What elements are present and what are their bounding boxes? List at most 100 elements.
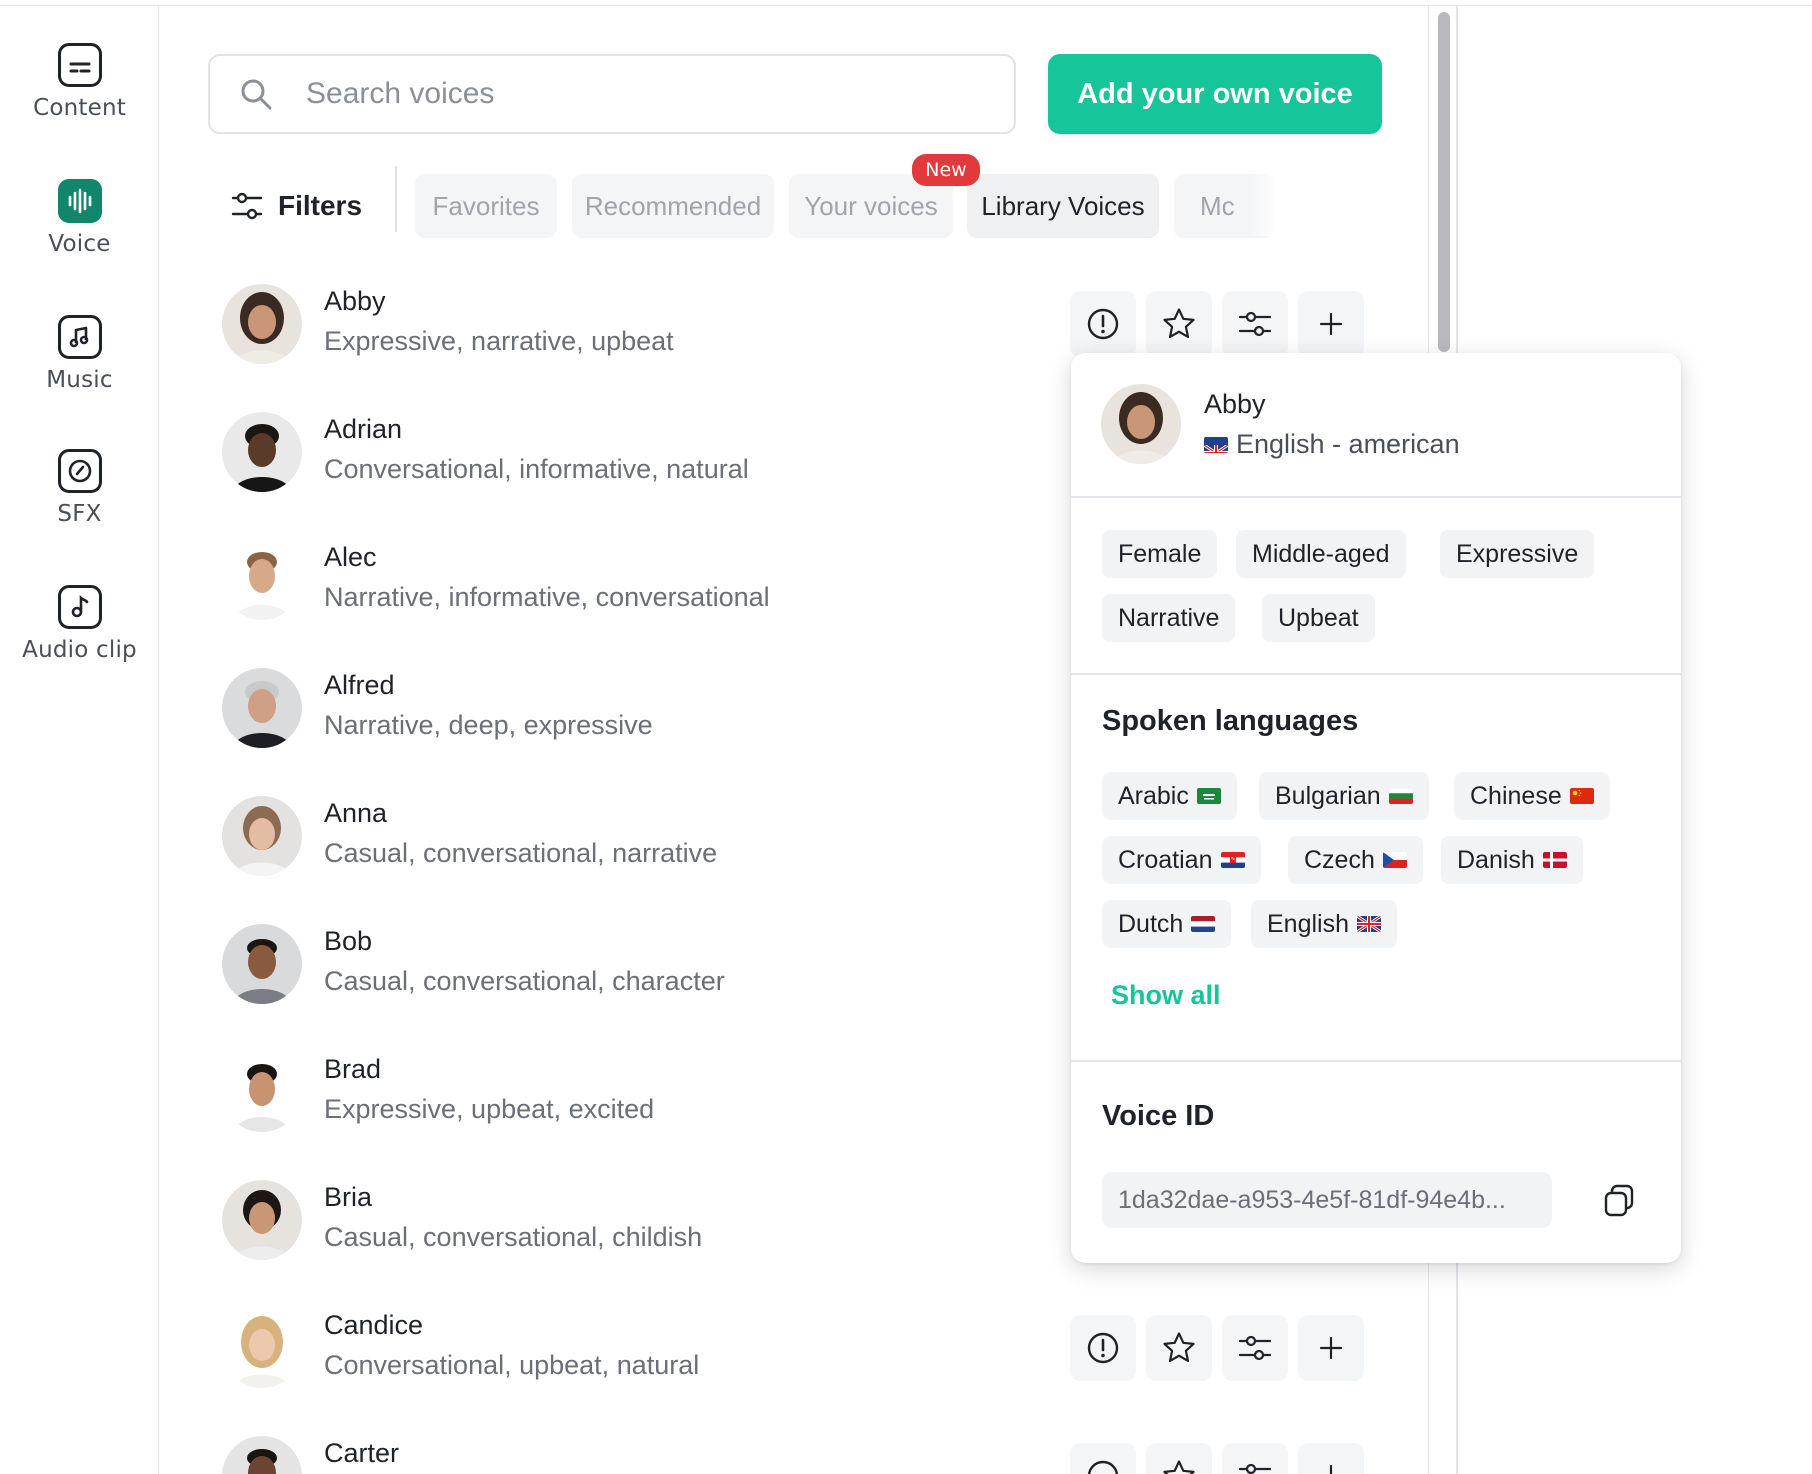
voice-name: Bob [324,926,373,956]
dutch-flag-icon [1191,916,1216,932]
tag-chip: Female [1102,530,1218,578]
tab-favorites[interactable]: Favorites [415,174,557,238]
sidebar-item-label: Content [33,95,126,121]
voice-actions-carter [1070,1443,1364,1474]
settings-button[interactable] [1222,1315,1288,1381]
language-chip-chinese: Chinese [1454,772,1610,820]
tag-chip: Narrative [1102,594,1236,642]
avatar [222,668,302,748]
content-icon [57,43,102,87]
voice-actions-candice [1070,1315,1364,1381]
bulgarian-flag-icon [1388,788,1413,804]
star-icon [1163,1460,1195,1474]
language-chip-arabic: Arabic [1102,772,1237,820]
voice-name: Bria [324,1182,373,1212]
tab-recommended[interactable]: Recommended [572,174,774,238]
star-icon [1163,1332,1195,1362]
avatar [222,1052,302,1132]
copy-icon[interactable] [1598,1178,1642,1222]
chinese-flag-icon [1569,788,1594,804]
sfx-icon [57,449,102,493]
settings-button[interactable] [1222,291,1288,357]
info-icon [1087,1332,1119,1364]
voice-name: Carter [324,1438,400,1468]
sliders-icon [1238,311,1272,337]
voice-name: Abby [324,286,386,316]
sidebar-item-content[interactable]: Content [0,43,159,121]
favorite-button[interactable] [1146,1443,1212,1474]
show-all-languages-link[interactable]: Show all [1111,980,1221,1011]
scrollbar-thumb[interactable] [1438,12,1450,352]
filters-divider [395,166,397,232]
popover-voice-name: Abby [1204,389,1266,419]
voice-description: Casual, conversational, narrative [324,838,718,868]
language-label: English - american [1236,429,1460,459]
sidebar-item-label: SFX [57,501,102,527]
sliders-icon [1238,1335,1272,1361]
audio-clip-icon [57,585,102,629]
settings-button[interactable] [1222,1443,1288,1474]
tag-chip: Upbeat [1262,594,1375,642]
language-chip-label: Croatian [1118,845,1213,874]
plus-icon [1319,1336,1343,1360]
avatar [222,540,302,620]
search-box[interactable] [208,54,1016,134]
add-voice-button[interactable] [1298,291,1364,357]
voice-name: Brad [324,1054,382,1084]
sidebar-item-sfx[interactable]: SFX [0,449,159,527]
info-icon [1087,308,1119,340]
tag-chip: Middle-aged [1236,530,1406,578]
tabs-fade [1249,172,1279,236]
favorite-button[interactable] [1146,291,1212,357]
avatar [222,412,302,492]
sidebar-item-audio-clip[interactable]: Audio clip [0,585,159,663]
saudi-flag-icon [1196,788,1221,804]
avatar [222,1308,302,1388]
voice-id-field[interactable]: 1da32dae-a953-4e5f-81df-94e4b... [1102,1172,1552,1228]
voice-waveform-icon [57,179,102,223]
info-button[interactable] [1070,1315,1136,1381]
sidebar-item-voice[interactable]: Voice [0,179,159,257]
info-button[interactable] [1070,1443,1136,1474]
add-voice-button[interactable] [1298,1443,1364,1474]
language-chip-label: Dutch [1118,909,1184,938]
avatar [222,924,302,1004]
info-button[interactable] [1070,291,1136,357]
czech-flag-icon [1382,852,1407,868]
search-input[interactable] [306,70,996,118]
filters-button[interactable]: Filters [230,180,362,232]
voice-description: Conversational, upbeat, natural [324,1350,700,1380]
avatar [1101,384,1181,464]
avatar [222,1436,302,1474]
language-chip-bulgarian: Bulgarian [1259,772,1429,820]
favorite-button[interactable] [1146,1315,1212,1381]
voice-description: Expressive, narrative, upbeat [324,326,674,356]
avatar [222,1180,302,1260]
divider [1071,673,1681,675]
add-your-own-voice-button[interactable]: Add your own voice [1048,54,1382,134]
croatian-flag-icon [1220,852,1245,868]
sliders-icon [1238,1463,1272,1474]
language-chip-danish: Danish [1441,836,1583,884]
language-chip-english: English [1251,900,1397,948]
language-chip-label: Chinese [1470,781,1562,810]
add-voice-button[interactable] [1298,1315,1364,1381]
sidebar-item-label: Voice [48,231,111,257]
uk-flag-icon [1204,436,1228,453]
language-chip-dutch: Dutch [1102,900,1232,948]
language-chip-label: English [1267,909,1349,938]
uk-flag-icon [1357,916,1381,932]
avatar [222,284,302,364]
spoken-languages-title: Spoken languages [1102,705,1359,737]
sidebar-item-label: Music [46,367,113,393]
tab-library-voices[interactable]: Library Voices [967,174,1159,238]
sidebar-item-music[interactable]: Music [0,315,159,393]
language-chip-croatian: Croatian [1102,836,1261,884]
voice-details-popover: Abby English - american Female Middle-ag… [1071,353,1681,1263]
voice-description: Conversational, informative, natural [324,454,749,484]
voice-actions-abby [1070,291,1364,357]
plus-icon [1329,1464,1333,1474]
music-icon [57,315,102,359]
divider [1071,1060,1681,1062]
voice-name: Alec [324,542,377,572]
